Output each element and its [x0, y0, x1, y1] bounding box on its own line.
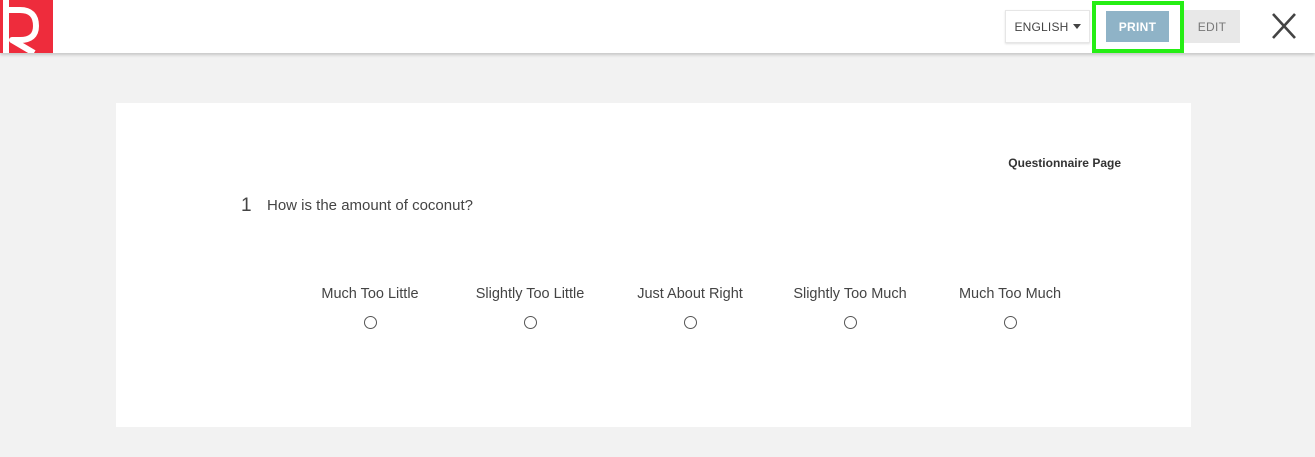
option-slightly-too-little: Slightly Too Little: [450, 286, 610, 336]
answer-options: Much Too Little Slightly Too Little Just…: [290, 286, 1090, 346]
print-button[interactable]: PRINT: [1106, 11, 1169, 42]
app-logo[interactable]: [0, 0, 53, 53]
r-logo-icon: [3, 0, 39, 53]
top-bar: ENGLISH PRINT EDIT: [0, 0, 1315, 53]
edit-button[interactable]: EDIT: [1184, 10, 1240, 43]
option-much-too-little: Much Too Little: [290, 286, 450, 336]
questionnaire-card: Questionnaire Page 1 How is the amount o…: [116, 103, 1191, 427]
caret-down-icon: [1072, 24, 1081, 29]
option-much-too-much: Much Too Much: [930, 286, 1090, 336]
radio-slightly-too-little[interactable]: [523, 316, 537, 329]
option-slightly-too-much: Slightly Too Much: [770, 286, 930, 336]
radio-much-too-little[interactable]: [363, 316, 377, 329]
radio-just-about-right[interactable]: [683, 316, 697, 329]
radio-slightly-too-much[interactable]: [843, 316, 857, 329]
option-just-about-right: Just About Right: [610, 286, 770, 336]
language-dropdown[interactable]: ENGLISH: [1005, 10, 1090, 43]
radio-much-too-much[interactable]: [1003, 316, 1017, 329]
close-icon: [1272, 13, 1296, 39]
page-title: Questionnaire Page: [1008, 156, 1121, 170]
option-label: Just About Right: [637, 286, 743, 302]
close-button[interactable]: [1266, 10, 1302, 43]
question-text: How is the amount of coconut?: [267, 197, 473, 214]
option-label: Slightly Too Much: [793, 286, 907, 302]
question-number: 1: [241, 195, 252, 216]
option-label: Much Too Much: [958, 286, 1062, 302]
option-label: Slightly Too Little: [475, 286, 585, 302]
option-label: Much Too Little: [321, 286, 419, 302]
language-label: ENGLISH: [1014, 19, 1069, 34]
